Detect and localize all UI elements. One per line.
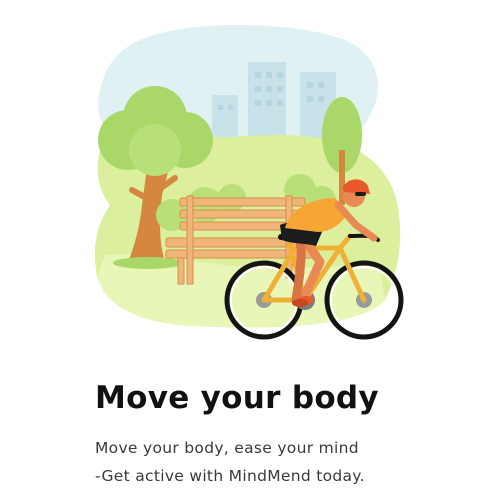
park-cyclist-illustration <box>94 24 404 340</box>
onboarding-title: Move your body <box>95 380 379 416</box>
subtitle-line-1: Move your body, ease your mind <box>95 439 359 457</box>
subtitle-line-2: -Get active with MindMend today. <box>95 467 365 485</box>
onboarding-subtitle: Move your body, ease your mind -Get acti… <box>95 434 415 490</box>
onboarding-screen: Move your body Move your body, ease your… <box>0 0 500 500</box>
